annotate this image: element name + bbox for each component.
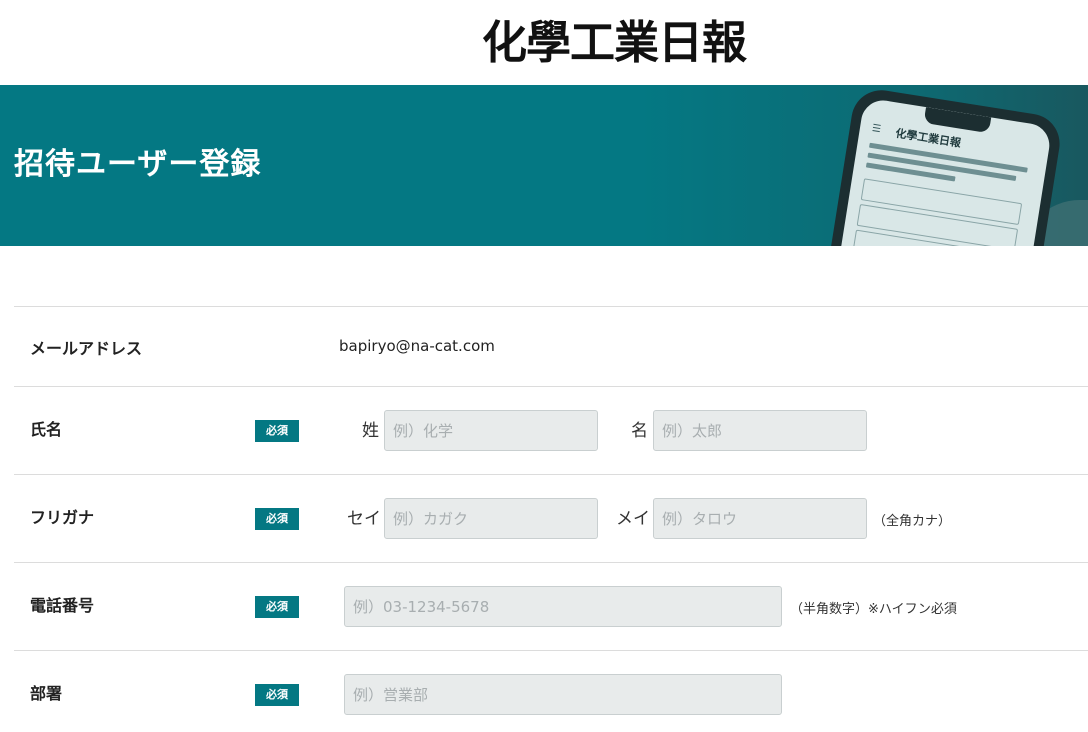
required-badge: 必須 xyxy=(255,508,299,530)
department-label: 部署 xyxy=(30,684,63,703)
hero-banner: ☰ 化學工業日報 招待ユーザー登録 xyxy=(0,85,1088,246)
phone-logo: 化學工業日報 xyxy=(894,126,962,150)
site-logo[interactable]: 化學工業日報 xyxy=(482,14,747,72)
phone-label: 電話番号 xyxy=(30,596,95,615)
phone-note: （半角数字）※ハイフン必須 xyxy=(790,602,957,617)
name-row: 氏名 必須 姓 名 xyxy=(14,386,1088,474)
email-row: メールアドレス bapiryo@na-cat.com xyxy=(14,306,1088,386)
phone-menu-icon: ☰ xyxy=(871,122,882,136)
email-label: メールアドレス xyxy=(30,339,143,358)
required-badge: 必須 xyxy=(255,596,299,618)
last-kana-input[interactable] xyxy=(384,498,598,539)
first-kana-prefix: メイ xyxy=(616,509,650,529)
first-name-prefix: 名 xyxy=(631,421,648,441)
phone-notch xyxy=(923,107,992,134)
phone-row: 電話番号 必須 （半角数字）※ハイフン必須 xyxy=(14,562,1088,650)
last-name-input[interactable] xyxy=(384,410,598,451)
phone-screen: ☰ 化學工業日報 xyxy=(831,97,1053,246)
required-badge: 必須 xyxy=(255,684,299,706)
furigana-label: フリガナ xyxy=(30,508,95,527)
page-title: 招待ユーザー登録 xyxy=(14,147,262,182)
first-kana-input[interactable] xyxy=(653,498,867,539)
email-value: bapiryo@na-cat.com xyxy=(339,337,495,355)
phone-input[interactable] xyxy=(344,586,782,627)
furigana-row: フリガナ 必須 セイ メイ （全角カナ） xyxy=(14,474,1088,562)
last-name-prefix: 姓 xyxy=(362,421,379,441)
required-badge: 必須 xyxy=(255,420,299,442)
department-row: 部署 必須 xyxy=(14,650,1088,732)
kana-note: （全角カナ） xyxy=(873,514,952,529)
registration-form: メールアドレス bapiryo@na-cat.com 氏名 必須 姓 名 フリガ… xyxy=(14,306,1088,732)
last-kana-prefix: セイ xyxy=(347,509,381,529)
site-header: 化學工業日報 xyxy=(0,0,1088,85)
department-input[interactable] xyxy=(344,674,782,715)
name-label: 氏名 xyxy=(30,420,63,439)
first-name-input[interactable] xyxy=(653,410,867,451)
